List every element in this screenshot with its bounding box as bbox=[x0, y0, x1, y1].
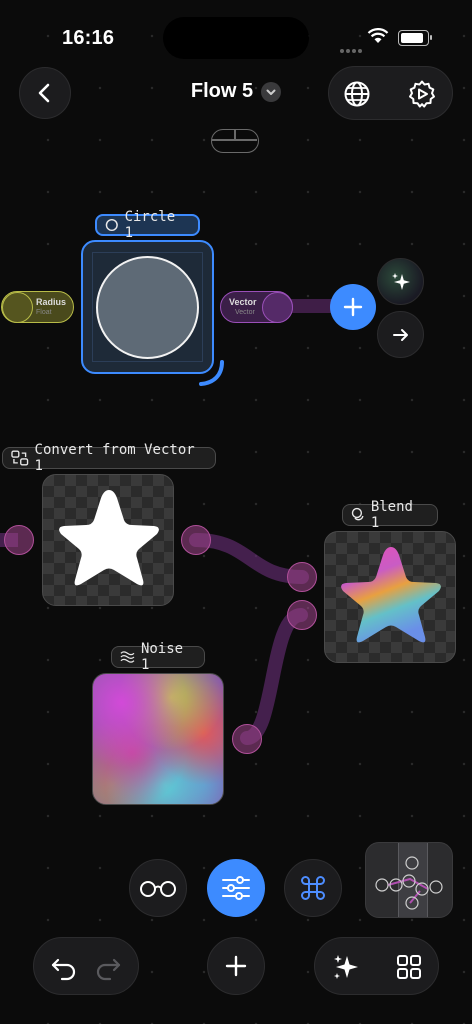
port-type: Float bbox=[36, 309, 52, 316]
node-title: Blend 1 bbox=[370, 499, 413, 531]
vector-output-port[interactable]: Vector Vector bbox=[220, 291, 293, 323]
noise-output-socket[interactable] bbox=[232, 724, 262, 754]
history-controls bbox=[33, 937, 139, 995]
redo-button[interactable] bbox=[94, 953, 122, 981]
library-button[interactable] bbox=[395, 953, 423, 981]
circle-node[interactable] bbox=[81, 240, 214, 374]
circle-preview bbox=[96, 256, 199, 359]
convert-icon bbox=[11, 450, 29, 466]
sparkles-icon bbox=[334, 955, 358, 979]
port-name: Radius bbox=[36, 297, 67, 307]
preview-button[interactable] bbox=[129, 859, 187, 917]
convert-node[interactable] bbox=[42, 474, 174, 606]
waves-icon bbox=[120, 651, 135, 663]
plus-icon bbox=[225, 955, 247, 977]
node-title: Convert from Vector 1 bbox=[34, 442, 195, 474]
parameters-button[interactable] bbox=[207, 859, 265, 917]
circle-node-label[interactable]: Circle 1 bbox=[95, 209, 200, 241]
minimap[interactable] bbox=[365, 842, 453, 918]
blend-node[interactable] bbox=[324, 531, 456, 663]
ai-suggest-button[interactable] bbox=[377, 258, 424, 305]
blended-star-preview bbox=[341, 547, 441, 643]
sparkles-icon bbox=[391, 272, 410, 290]
circle-icon bbox=[105, 218, 118, 232]
shortcuts-button[interactable] bbox=[284, 859, 342, 917]
blend-input-socket-b[interactable] bbox=[287, 600, 317, 630]
minimap-graph bbox=[375, 856, 443, 910]
resize-handle[interactable] bbox=[198, 359, 226, 387]
command-icon bbox=[301, 876, 325, 900]
arrow-right-icon bbox=[392, 328, 408, 341]
convert-output-socket[interactable] bbox=[181, 525, 211, 555]
convert-input-socket[interactable] bbox=[4, 525, 34, 555]
redo-icon bbox=[96, 958, 121, 981]
sliders-icon bbox=[222, 876, 250, 900]
blend-input-socket-a[interactable] bbox=[287, 562, 317, 592]
noise-to-blend-connection bbox=[240, 608, 308, 745]
undo-button[interactable] bbox=[50, 953, 78, 981]
noise-node-label[interactable]: Noise 1 bbox=[111, 641, 205, 673]
blend-icon bbox=[351, 507, 364, 521]
node-title: Circle 1 bbox=[124, 209, 176, 241]
star-preview bbox=[59, 490, 159, 586]
next-button[interactable] bbox=[377, 311, 424, 358]
blend-node-label[interactable]: Blend 1 bbox=[342, 499, 438, 531]
noise-node[interactable] bbox=[92, 673, 224, 805]
node-title: Noise 1 bbox=[140, 641, 184, 673]
radius-input-port[interactable]: Radius Float bbox=[1, 291, 74, 323]
convert-to-blend-connection bbox=[189, 533, 309, 584]
ai-button[interactable] bbox=[331, 952, 361, 982]
add-node-button[interactable] bbox=[330, 284, 376, 330]
radius-socket[interactable] bbox=[2, 292, 33, 323]
vector-socket[interactable] bbox=[262, 292, 293, 323]
plus-icon bbox=[343, 297, 363, 317]
add-button[interactable] bbox=[207, 937, 265, 995]
tools-group bbox=[314, 937, 439, 995]
undo-icon bbox=[51, 958, 76, 981]
glasses-icon bbox=[140, 881, 176, 897]
convert-node-label[interactable]: Convert from Vector 1 bbox=[2, 442, 216, 474]
grid-icon bbox=[397, 955, 421, 979]
